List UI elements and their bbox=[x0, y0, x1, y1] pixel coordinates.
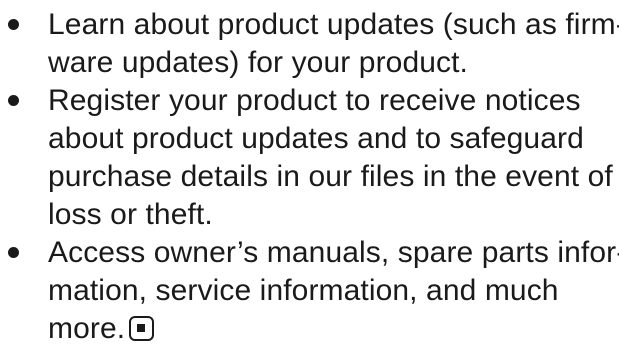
bullet-text-line: Register your product to receive notices bbox=[48, 84, 581, 117]
bullet-text-line: mation, service information, and much bbox=[48, 274, 559, 307]
bullet-text-line: more. bbox=[48, 312, 126, 345]
bullet-list: Learn about product updates (such as fir… bbox=[0, 0, 619, 348]
bullet-last-line-wrapper: more. bbox=[48, 310, 613, 348]
bullet-text-line: Access owner’s manuals, spare parts info… bbox=[48, 236, 619, 269]
bullet-text-line: ware updates) for your product. bbox=[48, 46, 468, 79]
end-mark-inner-square bbox=[137, 324, 146, 332]
bullet-item-register-product: Register your product to receive notices… bbox=[0, 82, 619, 234]
bullet-dot-icon bbox=[8, 247, 19, 258]
bullet-item-product-updates: Learn about product updates (such as fir… bbox=[0, 6, 619, 82]
end-of-section-square-icon bbox=[129, 316, 155, 341]
bullet-dot-icon bbox=[8, 95, 19, 106]
bullet-item-access-manuals: Access owner’s manuals, spare parts info… bbox=[0, 234, 619, 348]
bullet-text-line: loss or theft. bbox=[48, 198, 213, 231]
bullet-text-line: Learn about product updates (such as fir… bbox=[48, 8, 619, 41]
bullet-text-line: purchase details in our files in the eve… bbox=[48, 160, 613, 193]
bullet-text-line: about product updates and to safeguard bbox=[48, 122, 584, 155]
bullet-dot-icon bbox=[8, 19, 19, 30]
